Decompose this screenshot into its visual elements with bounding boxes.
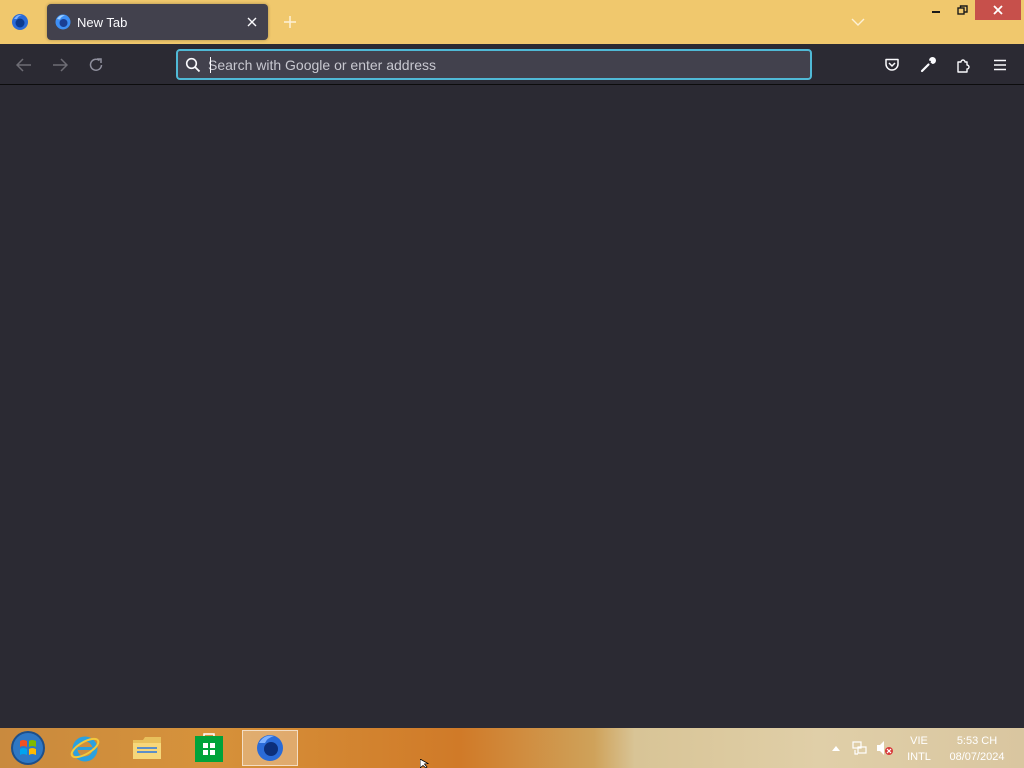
firefox-icon (55, 14, 71, 30)
page-content (0, 85, 1024, 728)
tab-title: New Tab (77, 15, 128, 30)
taskbar-internet-explorer[interactable] (57, 730, 113, 766)
close-icon (993, 5, 1003, 15)
volume-muted-icon (877, 741, 893, 755)
arrow-right-icon (53, 58, 68, 72)
window-close-button[interactable] (975, 0, 1021, 20)
navigation-toolbar (0, 44, 1024, 85)
reload-icon (89, 58, 103, 71)
internet-explorer-icon (70, 736, 100, 762)
network-icon (852, 741, 867, 755)
back-button[interactable] (11, 52, 37, 78)
start-button[interactable] (0, 730, 56, 766)
arrow-left-icon (16, 58, 31, 72)
taskbar-file-explorer[interactable] (119, 730, 175, 766)
firefox-icon (257, 735, 283, 761)
taskbar-firefox[interactable] (242, 730, 298, 766)
developer-tools-button[interactable] (915, 52, 941, 78)
language-code: VIE (910, 735, 928, 747)
minimize-button[interactable] (922, 0, 950, 20)
system-clock[interactable]: 5:53 CH 08/07/2024 (942, 733, 1012, 765)
hamburger-menu-icon (994, 59, 1006, 71)
reload-button[interactable] (83, 52, 109, 78)
folder-icon (133, 737, 161, 759)
title-bar: New Tab (0, 0, 1024, 44)
address-bar[interactable] (176, 49, 812, 80)
minimize-icon (932, 11, 940, 13)
tab-new-tab[interactable]: New Tab (47, 4, 268, 40)
restore-icon (957, 4, 968, 15)
chevron-up-icon (832, 746, 840, 751)
restore-button[interactable] (950, 0, 975, 20)
network-status[interactable] (850, 728, 870, 768)
mouse-cursor (420, 759, 430, 768)
chevron-down-icon (851, 18, 865, 26)
firefox-view-button[interactable] (4, 6, 36, 38)
search-icon (185, 57, 201, 73)
app-menu-button[interactable] (987, 52, 1013, 78)
taskbar-store[interactable] (181, 730, 237, 766)
puzzle-icon (957, 59, 970, 73)
close-icon (247, 17, 257, 27)
store-icon (195, 733, 223, 762)
plus-icon (284, 16, 296, 28)
taskbar: VIE INTL 5:53 CH 08/07/2024 (0, 728, 1024, 768)
firefox-icon (12, 14, 28, 30)
clock-date: 08/07/2024 (949, 751, 1005, 763)
forward-button[interactable] (47, 52, 73, 78)
keyboard-layout: INTL (907, 751, 931, 763)
wrench-icon (920, 57, 936, 73)
extensions-button[interactable] (951, 52, 977, 78)
new-tab-button[interactable] (278, 10, 302, 34)
address-input[interactable] (208, 54, 798, 75)
clock-time: 5:53 CH (956, 735, 998, 747)
tab-close-button[interactable] (242, 12, 262, 32)
text-caret (210, 57, 211, 73)
volume-status[interactable] (874, 728, 896, 768)
show-hidden-icons-button[interactable] (829, 728, 843, 768)
pocket-button[interactable] (879, 52, 905, 78)
list-all-tabs-button[interactable] (846, 10, 870, 34)
windows-start-icon (11, 731, 45, 765)
input-language-indicator[interactable]: VIE INTL (902, 733, 936, 765)
pocket-icon (885, 58, 899, 71)
